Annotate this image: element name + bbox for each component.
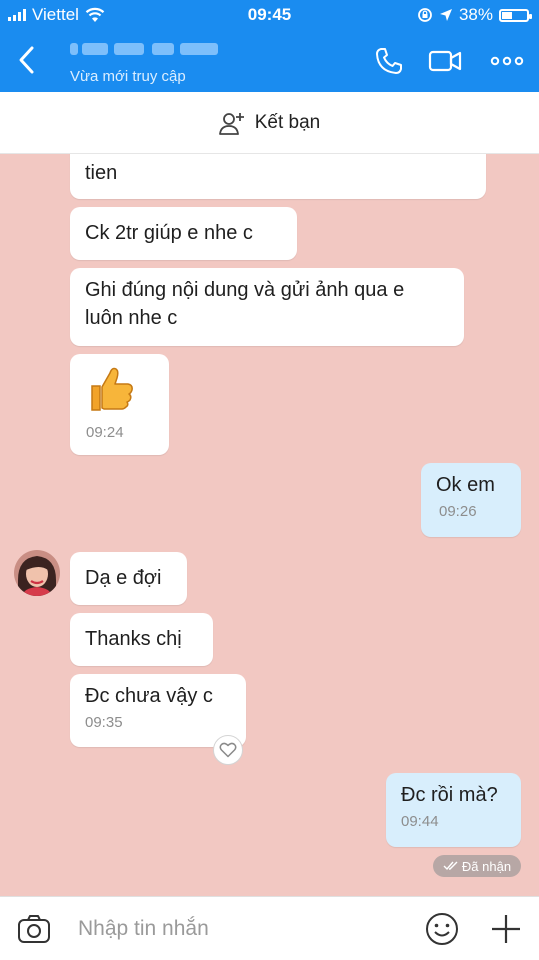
- message-time: 09:24: [86, 424, 124, 441]
- message-input[interactable]: Nhập tin nhắn: [78, 917, 209, 941]
- message-time: 09:35: [85, 714, 123, 731]
- video-call-icon[interactable]: [428, 44, 462, 78]
- double-check-icon: [443, 861, 458, 871]
- message-bubble-sent[interactable]: Đc rồi mà? 09:44: [386, 773, 521, 847]
- thumbs-up-sticker-icon: [91, 367, 133, 411]
- message-time: 09:26: [439, 503, 477, 520]
- delivery-status-badge: Đã nhận: [433, 855, 521, 877]
- message-text: Ghi đúng nội dung và gửi ảnh qua e: [85, 279, 405, 301]
- battery-percent: 38%: [458, 5, 493, 24]
- message-list[interactable]: tien Ck 2tr giúp e nhe c Ghi đúng nội du…: [0, 154, 539, 896]
- emoji-icon[interactable]: [424, 911, 460, 947]
- message-bubble[interactable]: Ck 2tr giúp e nhe c: [70, 207, 297, 260]
- message-text: Dạ e đợi: [85, 567, 162, 589]
- message-text: Ck 2tr giúp e nhe c: [85, 222, 253, 244]
- add-friend-button[interactable]: Kết bạn: [0, 92, 539, 154]
- add-friend-label: Kết bạn: [254, 111, 321, 133]
- react-heart-button[interactable]: [213, 735, 243, 765]
- heart-icon: [219, 742, 237, 758]
- message-text: tien: [85, 162, 118, 184]
- add-friend-icon: [218, 112, 244, 135]
- message-input-bar: Nhập tin nhắn: [0, 896, 539, 960]
- camera-icon[interactable]: [16, 911, 52, 947]
- battery-icon: [499, 8, 532, 22]
- message-bubble[interactable]: Thanks chị: [70, 613, 213, 666]
- sticker-message[interactable]: 09:24: [70, 354, 169, 455]
- contact-name-redacted[interactable]: [70, 40, 220, 58]
- phone-icon[interactable]: [372, 44, 406, 78]
- location-icon: [439, 9, 452, 21]
- message-text: luôn nhe c: [85, 307, 178, 329]
- contact-status: Vừa mới truy cập: [70, 68, 186, 85]
- message-text: Thanks chị: [85, 628, 182, 650]
- message-text: Đc chưa vậy c: [85, 685, 213, 707]
- message-text: Ok em: [436, 474, 495, 496]
- message-bubble[interactable]: Ghi đúng nội dung và gửi ảnh qua e luôn …: [70, 268, 464, 346]
- message-bubble[interactable]: tien: [70, 154, 486, 199]
- message-text: Đc rồi mà?: [401, 784, 498, 806]
- delivery-status-label: Đã nhận: [461, 858, 512, 874]
- avatar-image: [14, 550, 60, 596]
- message-bubble-sent[interactable]: Ok em 09:26: [421, 463, 521, 537]
- chat-header: Vừa mới truy cập: [0, 30, 539, 92]
- contact-avatar[interactable]: [14, 550, 60, 596]
- more-icon[interactable]: [490, 44, 524, 78]
- back-icon[interactable]: [14, 42, 42, 78]
- status-bar: Viettel 09:45 38%: [0, 0, 539, 30]
- plus-icon[interactable]: [488, 911, 524, 947]
- message-time: 09:44: [401, 813, 439, 830]
- message-bubble[interactable]: Dạ e đợi: [70, 552, 187, 605]
- lock-rotation-icon: [418, 8, 432, 22]
